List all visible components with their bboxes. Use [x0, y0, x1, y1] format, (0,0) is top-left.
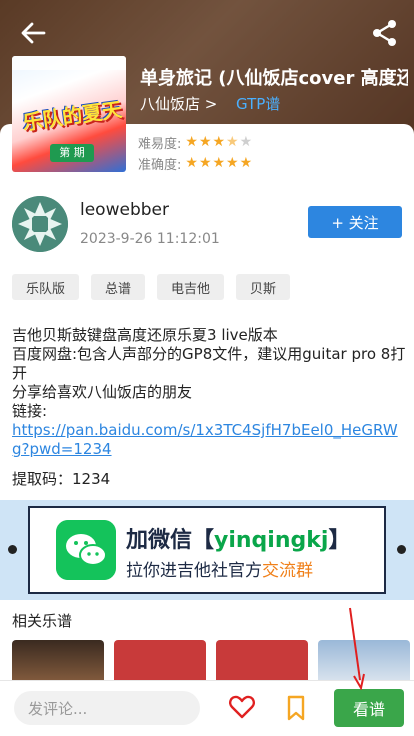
difficulty-rating: 难易度: ★★★★★ — [138, 132, 253, 152]
description-line: 链接: — [12, 402, 48, 420]
description: 吉他贝斯鼓键盘高度还原乐夏3 live版本 百度网盘:包含人声部分的GP8文件，… — [12, 326, 408, 459]
heart-icon[interactable] — [228, 693, 256, 721]
top-bar — [0, 0, 414, 64]
author-name[interactable]: leowebber — [80, 200, 169, 220]
song-title: 单身旅记 (八仙饭店cover 高度还原 — [140, 68, 408, 89]
wechat-icon — [56, 520, 116, 580]
comment-input[interactable]: 发评论... — [14, 691, 200, 725]
banner-line1: 加微信【yinqingkj】 — [126, 528, 351, 553]
tag-item[interactable]: 乐队版 — [12, 274, 80, 300]
tag-list: 乐队版 总谱 电吉他 贝斯 — [12, 274, 291, 300]
post-datetime: 2023-9-26 11:12:01 — [80, 231, 220, 247]
tag-item[interactable]: 电吉他 — [157, 274, 225, 300]
related-title: 相关乐谱 — [12, 612, 73, 630]
description-line: 吉他贝斯鼓键盘高度还原乐夏3 live版本 — [12, 326, 278, 344]
album-cover[interactable]: 乐队的夏天 第 期 — [12, 56, 126, 172]
tag-item[interactable]: 总谱 — [91, 274, 146, 300]
accuracy-label: 准确度: — [138, 157, 182, 173]
difficulty-label: 难易度: — [138, 136, 182, 152]
follow-button[interactable]: + 关注 — [308, 206, 402, 238]
accuracy-stars: ★★★★★ — [185, 155, 254, 171]
tag-item[interactable]: 贝斯 — [236, 274, 291, 300]
description-line: 百度网盘:包含人声部分的GP8文件，建议用guitar pro 8打开 — [12, 345, 406, 382]
accuracy-rating: 准确度: ★★★★★ — [138, 153, 253, 173]
banner-line2: 拉你进吉他社官方交流群 — [126, 561, 313, 581]
view-tab-button[interactable]: 看谱 — [334, 689, 404, 727]
tab-type-label: GTP谱 — [236, 95, 281, 113]
description-line: 分享给喜欢八仙饭店的朋友 — [12, 383, 193, 401]
bookmark-icon[interactable] — [286, 695, 306, 721]
avatar[interactable] — [12, 196, 68, 252]
arrow-left-icon[interactable] — [18, 18, 48, 48]
share-icon[interactable] — [370, 18, 400, 48]
difficulty-stars: ★★★★★ — [185, 134, 254, 150]
extract-code: 提取码：1234 — [12, 470, 111, 488]
share-link[interactable]: https://pan.baidu.com/s/1x3TC4SjfH7bEel0… — [12, 421, 408, 459]
pointer-arrow-icon — [349, 607, 365, 690]
artist-link[interactable]: 八仙饭店 > — [140, 93, 217, 114]
